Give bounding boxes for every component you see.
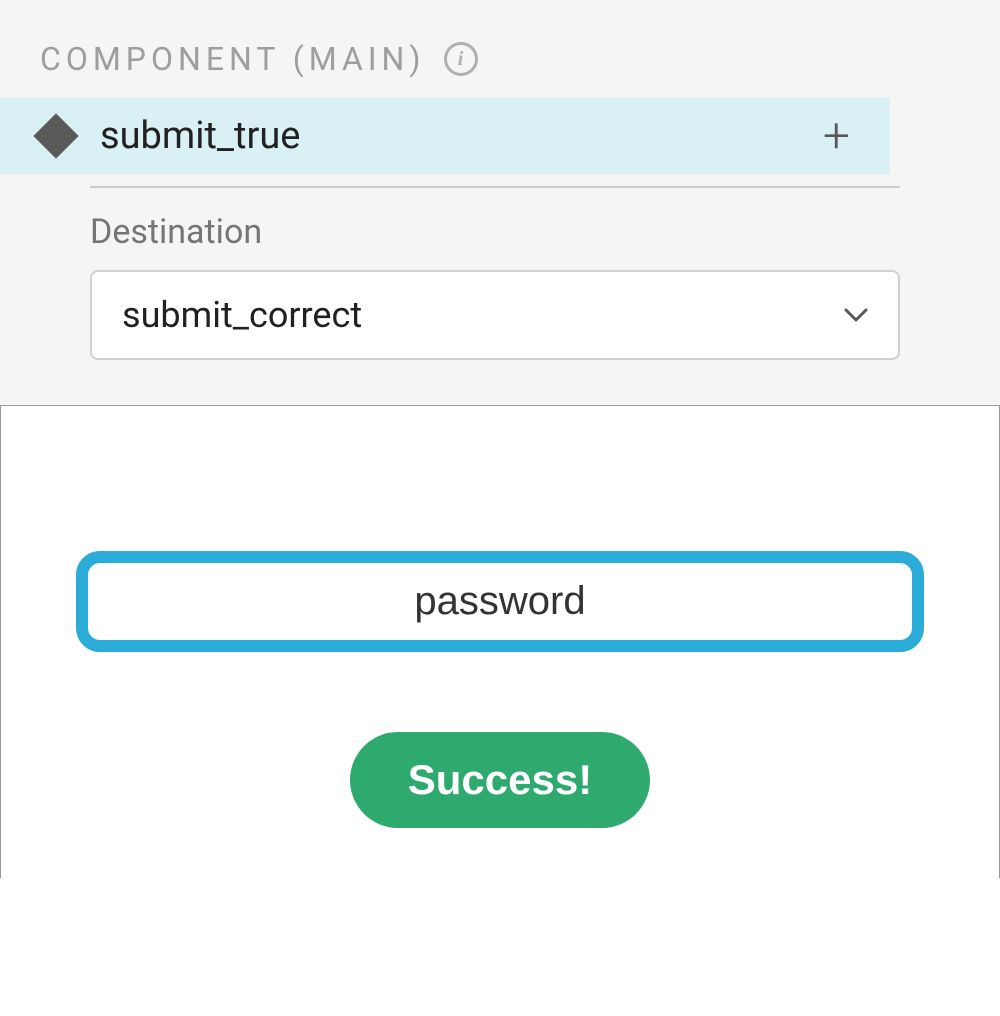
info-icon[interactable]: i <box>444 42 478 76</box>
divider <box>90 186 900 188</box>
password-input-wrapper[interactable] <box>76 551 924 652</box>
diamond-icon <box>33 113 78 158</box>
chevron-down-icon <box>844 303 868 327</box>
success-button[interactable]: Success! <box>350 732 650 828</box>
password-input[interactable] <box>118 579 882 624</box>
plus-icon[interactable]: + <box>823 112 850 160</box>
variant-name: submit_true <box>100 114 823 158</box>
component-header-label: COMPONENT (MAIN) <box>40 40 426 78</box>
destination-value: submit_correct <box>122 294 362 336</box>
component-header: COMPONENT (MAIN) i <box>0 0 1000 98</box>
destination-section: Destination submit_correct <box>0 186 1000 405</box>
properties-panel: COMPONENT (MAIN) i submit_true + Destina… <box>0 0 1000 406</box>
destination-select[interactable]: submit_correct <box>90 270 900 360</box>
variant-row[interactable]: submit_true + <box>0 98 890 174</box>
destination-label: Destination <box>90 212 900 252</box>
preview-panel: Success! <box>0 406 1000 878</box>
